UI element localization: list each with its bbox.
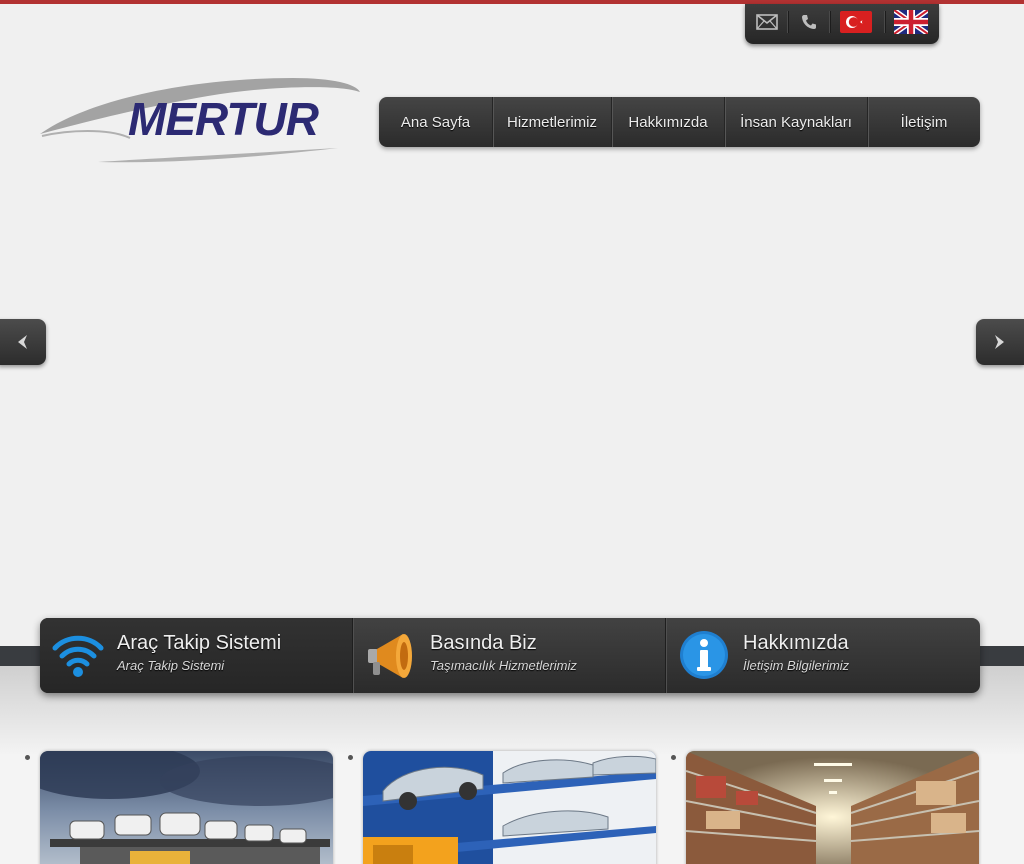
warehouse-shelves-photo[interactable] (686, 751, 979, 864)
feature-basinda-biz[interactable]: Basında Biz Taşımacılık Hizmetlerimiz (353, 618, 665, 693)
feature-title: Basında Biz (430, 632, 537, 654)
megaphone-icon (368, 634, 412, 678)
feature-title: Hakkımızda (743, 632, 849, 654)
mail-icon[interactable] (753, 4, 781, 40)
feature-title: Araç Takip Sistemi (117, 632, 282, 654)
nav-item-ana-sayfa[interactable]: Ana Sayfa (379, 97, 492, 147)
chevron-left-icon (18, 335, 27, 349)
info-icon (680, 631, 728, 679)
utility-bar (745, 4, 939, 44)
feature-subtitle: İletişim Bilgilerimiz (743, 658, 850, 673)
nav-item-hakkimizda[interactable]: Hakkımızda (612, 97, 724, 147)
chevron-right-icon (995, 335, 1004, 349)
car-carrier-trucks-photo[interactable] (40, 751, 333, 864)
nav-item-insan-kaynaklari[interactable]: İnsan Kaynakları (725, 97, 867, 147)
list-bullet (348, 755, 353, 760)
flag-uk-icon[interactable] (893, 4, 929, 40)
wifi-icon (52, 635, 104, 677)
car-transporter-truck-photo[interactable] (363, 751, 656, 864)
feature-subtitle: Taşımacılık Hizmetlerimiz (430, 658, 577, 673)
list-bullet (25, 755, 30, 760)
utility-divider (884, 11, 885, 33)
feature-hakkimizda[interactable]: Hakkımızda İletişim Bilgilerimiz (666, 618, 980, 693)
feature-subtitle: Araç Takip Sistemi (117, 658, 225, 673)
feature-arac-takip[interactable]: Araç Takip Sistemi Araç Takip Sistemi (40, 618, 352, 693)
phone-icon[interactable] (795, 4, 823, 40)
flag-tr-icon[interactable] (839, 4, 873, 40)
main-nav: Ana Sayfa Hizmetlerimiz Hakkımızda İnsan… (379, 97, 980, 147)
utility-divider (787, 11, 788, 33)
list-bullet (671, 755, 676, 760)
logo-text: MERTUR (128, 93, 319, 145)
mertur-logo[interactable]: MERTUR (38, 72, 364, 166)
utility-divider (829, 11, 830, 33)
nav-item-hizmetlerimiz[interactable]: Hizmetlerimiz (493, 97, 611, 147)
slider-next-button[interactable] (976, 319, 1024, 365)
slider-prev-button[interactable] (0, 319, 46, 365)
feature-bar: Araç Takip Sistemi Araç Takip Sistemi Ba… (40, 618, 980, 693)
nav-item-iletisim[interactable]: İletişim (868, 97, 980, 147)
